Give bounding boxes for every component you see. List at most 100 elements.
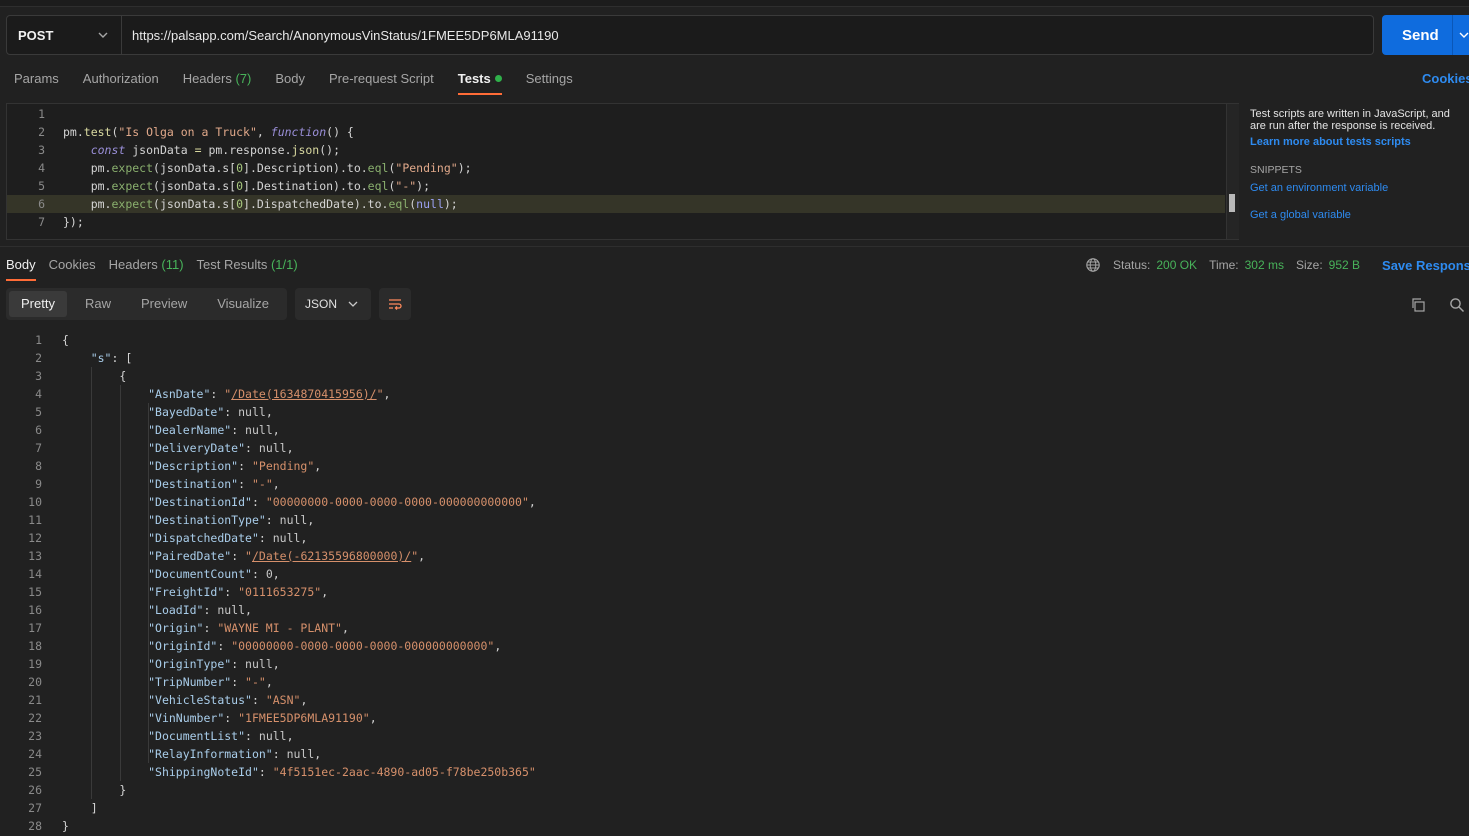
test-script-editor[interactable]: 1 2 pm.test("Is Olga on a Truck", function…: [6, 103, 1239, 240]
line-number: 15: [28, 585, 42, 599]
code-token: ,: [300, 531, 308, 545]
response-line: 8 "Description": "Pending",: [0, 457, 1469, 475]
code-text: "VehicleStatus": "ASN",: [148, 691, 307, 709]
editor-scrollbar-thumb[interactable]: [1229, 194, 1235, 212]
code-token: "AsnDate": [148, 387, 211, 401]
line-number: 26: [28, 783, 42, 797]
line-number: 11: [28, 513, 42, 527]
search-icon[interactable]: [1449, 297, 1465, 313]
code-token: "VinNumber": [148, 711, 225, 725]
tab-prerequest-script[interactable]: Pre-request Script: [329, 70, 434, 95]
code-token: "Description": [148, 459, 239, 473]
response-line: 27]: [0, 799, 1469, 817]
learn-more-link[interactable]: Learn more about tests scripts: [1250, 136, 1460, 148]
tests-help-panel: Test scripts are written in JavaScript, …: [1250, 108, 1460, 221]
format-select[interactable]: JSON: [295, 288, 371, 320]
tab-tests[interactable]: Tests: [457, 70, 502, 95]
line-number: 6: [38, 197, 45, 211]
line-number: 10: [28, 495, 42, 509]
chevron-down-icon: [98, 32, 108, 38]
response-line: 17 "Origin": "WAYNE MI - PLANT",: [0, 619, 1469, 637]
line-number: 4: [35, 387, 42, 401]
view-raw-button[interactable]: Raw: [73, 291, 123, 317]
tests-help-text: Test scripts are written in JavaScript, …: [1250, 108, 1450, 132]
code-token: 0: [265, 567, 273, 581]
tab-authorization[interactable]: Authorization: [83, 70, 159, 95]
response-line: 2 "s": [: [0, 349, 1469, 367]
code-token: pm.: [63, 197, 112, 211]
code-token: :: [210, 387, 225, 401]
chevron-down-icon[interactable]: [1458, 29, 1469, 41]
code-token: "OriginId": [148, 639, 218, 653]
code-text: "PairedDate": "/Date(-62135596800000)/",: [148, 547, 425, 565]
tab-params[interactable]: Params: [14, 70, 59, 95]
code-token: 0: [236, 197, 244, 211]
code-text: "VinNumber": "1FMEE5DP6MLA91190",: [148, 709, 377, 727]
status-label: Status:: [1113, 258, 1151, 272]
code-token: "ShippingNoteId": [148, 765, 259, 779]
code-token: "-": [251, 477, 273, 491]
code-token: "00000000-0000-0000-0000-000000000000": [265, 495, 529, 509]
snippet-get-global-variable[interactable]: Get a global variable: [1250, 209, 1460, 221]
view-visualize-button[interactable]: Visualize: [205, 291, 281, 317]
view-preview-button[interactable]: Preview: [129, 291, 199, 317]
code-text: "DeliveryDate": null,: [148, 439, 293, 457]
response-body-viewer[interactable]: 1{2 "s": [3{4 "AsnDate": "/Date(1634870415…: [0, 331, 1469, 836]
code-text: "BayedDate": null,: [148, 403, 273, 421]
send-button[interactable]: Send: [1382, 15, 1469, 55]
editor-scrollbar[interactable]: [1226, 104, 1239, 239]
tab-headers[interactable]: Headers (7): [183, 70, 252, 95]
code-token: "DestinationType": [148, 513, 266, 527]
top-divider: [0, 0, 1469, 7]
time-value[interactable]: 302 ms: [1245, 258, 1284, 272]
code-token: "s": [90, 351, 112, 365]
response-tab-cookies[interactable]: Cookies: [49, 257, 96, 281]
code-text: "s": [: [91, 349, 133, 367]
code-token: 0: [236, 161, 244, 175]
response-tab-headers[interactable]: Headers (11): [109, 257, 184, 281]
url-input[interactable]: https://palsapp.com/Search/AnonymousVinS…: [122, 15, 1374, 55]
code-token: :: [231, 657, 246, 671]
size-value[interactable]: 952 B: [1329, 258, 1360, 272]
code-token: pm.: [63, 125, 84, 139]
code-token: jsonData: [125, 143, 195, 157]
line-number: 3: [38, 143, 45, 157]
snippet-get-environment-variable[interactable]: Get an environment variable: [1250, 182, 1460, 194]
globe-icon[interactable]: [1085, 257, 1101, 273]
view-pretty-button[interactable]: Pretty: [9, 291, 67, 317]
response-line: 23 "DocumentList": null,: [0, 727, 1469, 745]
code-token: :: [245, 729, 259, 743]
code-text: });: [63, 213, 84, 231]
save-response-button[interactable]: Save Response: [1382, 258, 1469, 273]
cookies-link[interactable]: Cookies: [1422, 71, 1469, 86]
code-token: ,: [307, 513, 315, 527]
wrap-lines-button[interactable]: [379, 288, 411, 320]
response-tab-test-results[interactable]: Test Results (1/1): [197, 257, 298, 281]
code-token: "DocumentList": [148, 729, 246, 743]
tab-settings[interactable]: Settings: [526, 70, 573, 95]
method-select[interactable]: POST: [6, 15, 122, 55]
code-token: :: [231, 675, 246, 689]
line-number: 9: [35, 477, 42, 491]
editor-line: 2 pm.test("Is Olga on a Truck", function(…: [7, 123, 1225, 141]
code-text: "TripNumber": "-",: [148, 673, 273, 691]
line-number: 14: [28, 567, 42, 581]
code-token: :: [238, 459, 252, 473]
copy-icon[interactable]: [1410, 297, 1426, 313]
code-text: "DocumentCount": 0,: [148, 565, 280, 583]
panel-divider[interactable]: [0, 246, 1469, 247]
chevron-down-icon: [348, 301, 358, 307]
code-token: ,: [418, 549, 426, 563]
code-text: ]: [91, 799, 98, 817]
code-token: });: [63, 215, 84, 229]
code-token: ,: [314, 747, 322, 761]
tab-body[interactable]: Body: [275, 70, 305, 95]
code-token: :: [251, 495, 266, 509]
response-tab-body[interactable]: Body: [6, 257, 36, 281]
line-number: 7: [35, 441, 42, 455]
response-line: 9 "Destination": "-",: [0, 475, 1469, 493]
status-value[interactable]: 200 OK: [1156, 258, 1197, 272]
code-token: ,: [314, 459, 322, 473]
code-token: eql: [388, 197, 410, 211]
code-token: ,: [272, 423, 280, 437]
